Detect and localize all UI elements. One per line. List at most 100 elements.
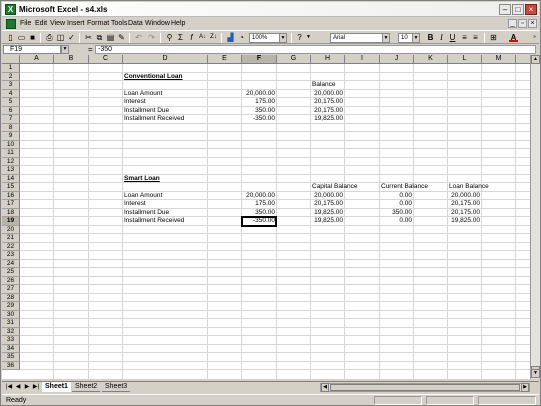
row-header-23[interactable]: 23 [2, 251, 20, 260]
save-icon[interactable]: ■ [28, 33, 37, 42]
minimize-icon[interactable]: – [499, 4, 511, 15]
paste-icon[interactable]: ▤ [106, 33, 115, 42]
active-cell[interactable] [241, 216, 277, 227]
font-select[interactable]: Arial ▼ [330, 33, 390, 43]
cut-icon[interactable]: ✂ [84, 33, 93, 42]
cell-d7[interactable]: Installment Received [123, 115, 208, 123]
row-header-25[interactable]: 25 [2, 268, 20, 277]
close-icon[interactable]: × [525, 4, 537, 15]
row-header-13[interactable]: 13 [2, 166, 20, 175]
cell-d16[interactable]: Loan Amount [123, 192, 208, 200]
row-header-27[interactable]: 27 [2, 285, 20, 294]
cell-h7[interactable]: 19,825.00 [311, 115, 345, 123]
row-header-35[interactable]: 35 [2, 353, 20, 362]
row-header-24[interactable]: 24 [2, 259, 20, 268]
row-header-21[interactable]: 21 [2, 234, 20, 243]
row-header-5[interactable]: 5 [2, 98, 20, 107]
cell-h4[interactable]: 20,000.00 [311, 90, 345, 98]
cell-f4[interactable]: 20,000.00 [242, 90, 277, 98]
row-header-33[interactable]: 33 [2, 336, 20, 345]
cell-h19[interactable]: 19,825.00 [311, 217, 345, 225]
row-header-22[interactable]: 22 [2, 242, 20, 251]
cell-j17[interactable]: 0.00 [380, 200, 414, 208]
menu-format[interactable]: Format [87, 19, 109, 29]
align-center-icon[interactable]: ≡ [471, 33, 480, 42]
menu-help[interactable]: Help [171, 19, 185, 29]
prev-sheet-icon[interactable]: ◀ [14, 383, 22, 392]
menu-insert[interactable]: Insert [67, 19, 85, 29]
row-header-34[interactable]: 34 [2, 344, 20, 353]
cell-f5[interactable]: 175.00 [242, 98, 277, 106]
row-header-36[interactable]: 36 [2, 361, 20, 370]
bold-icon[interactable]: B [426, 33, 435, 42]
row-header-3[interactable]: 3 [2, 81, 20, 90]
first-sheet-icon[interactable]: |◀ [5, 383, 13, 392]
row-header-10[interactable]: 10 [2, 140, 20, 149]
cell-l16[interactable]: 20,000.00 [448, 192, 482, 200]
cell-l19[interactable]: 19,825.00 [448, 217, 482, 225]
formula-input[interactable]: -350 [95, 45, 536, 54]
print-preview-icon[interactable]: ◫ [56, 33, 65, 42]
cell-d5[interactable]: Interest [123, 98, 208, 106]
drawing-icon[interactable]: ◔ [237, 33, 246, 42]
undo-icon[interactable]: ↶ [134, 33, 143, 42]
vertical-scrollbar[interactable]: ▲ ▼ [530, 55, 540, 379]
column-header-f[interactable]: F [242, 55, 277, 64]
row-header-2[interactable]: 2 [2, 72, 20, 81]
column-header-j[interactable]: J [380, 55, 414, 64]
cell-h17[interactable]: 20,175.00 [311, 200, 345, 208]
cell-h16[interactable]: 20,000.00 [311, 192, 345, 200]
sort-ascending-icon[interactable]: A↓ [198, 33, 207, 42]
menu-data[interactable]: Data [128, 19, 143, 29]
cell-h18[interactable]: 19,825.00 [311, 209, 345, 217]
row-header-20[interactable]: 20 [2, 225, 20, 234]
scroll-down-icon[interactable]: ▼ [531, 369, 540, 378]
cell-d6[interactable]: Installment Due [123, 107, 208, 115]
row-header-29[interactable]: 29 [2, 302, 20, 311]
menu-view[interactable]: View [50, 19, 65, 29]
cell-h3[interactable]: Balance [311, 81, 345, 89]
new-icon[interactable]: ▯ [6, 33, 15, 42]
spelling-icon[interactable]: ✓ [67, 33, 76, 42]
sort-descending-icon[interactable]: Z↓ [209, 33, 218, 42]
column-header-h[interactable]: H [311, 55, 345, 64]
align-left-icon[interactable]: ≡ [460, 33, 469, 42]
chevron-down-icon[interactable]: ▼ [412, 34, 419, 42]
cell-j18[interactable]: 350.00 [380, 209, 414, 217]
column-header-m[interactable]: M [482, 55, 516, 64]
open-icon[interactable]: ▭ [17, 33, 26, 42]
row-header-31[interactable]: 31 [2, 319, 20, 328]
tab-sheet1[interactable]: Sheet1 [42, 382, 71, 392]
row-header-16[interactable]: 16 [2, 191, 20, 200]
cell-f6[interactable]: 350.00 [242, 107, 277, 115]
cell-j19[interactable]: 0.00 [380, 217, 414, 225]
column-header-l[interactable]: L [448, 55, 482, 64]
menu-file[interactable]: File [20, 19, 31, 29]
font-size-select[interactable]: 10 ▼ [398, 33, 420, 43]
column-header-g[interactable]: G [277, 55, 311, 64]
row-header-19[interactable]: 19 [2, 217, 20, 226]
row-header-9[interactable]: 9 [2, 132, 20, 141]
doc-restore-icon[interactable]: ▫ [518, 19, 527, 28]
column-header-e[interactable]: E [208, 55, 242, 64]
row-header-28[interactable]: 28 [2, 293, 20, 302]
cell-h5[interactable]: 20,175.00 [311, 98, 345, 106]
cell-l15[interactable]: Loan Balance [448, 183, 489, 191]
excel-app-icon[interactable]: X [5, 4, 16, 15]
cell-j15[interactable]: Current Balance [380, 183, 428, 191]
row-header-7[interactable]: 7 [2, 115, 20, 124]
paste-function-icon[interactable]: f [187, 33, 196, 42]
cell-h15[interactable]: Capital Balance [311, 183, 358, 191]
scroll-left-icon[interactable]: ◀ [321, 383, 329, 392]
doc-minimize-icon[interactable]: _ [508, 19, 517, 28]
chevron-down-icon[interactable]: ▼ [279, 34, 286, 42]
cell-d4[interactable]: Loan Amount [123, 90, 208, 98]
autosum-icon[interactable]: Σ [176, 33, 185, 42]
copy-icon[interactable]: ⧉ [95, 33, 104, 42]
toolbar-options-icon[interactable]: ▼ [304, 33, 313, 42]
column-header-a[interactable]: A [20, 55, 54, 64]
menu-edit[interactable]: Edit [35, 19, 47, 29]
cell-d14[interactable]: Smart Loan [123, 175, 208, 183]
horizontal-scrollbar[interactable]: ◀ ▶ [320, 383, 530, 392]
cell-j16[interactable]: 0.00 [380, 192, 414, 200]
